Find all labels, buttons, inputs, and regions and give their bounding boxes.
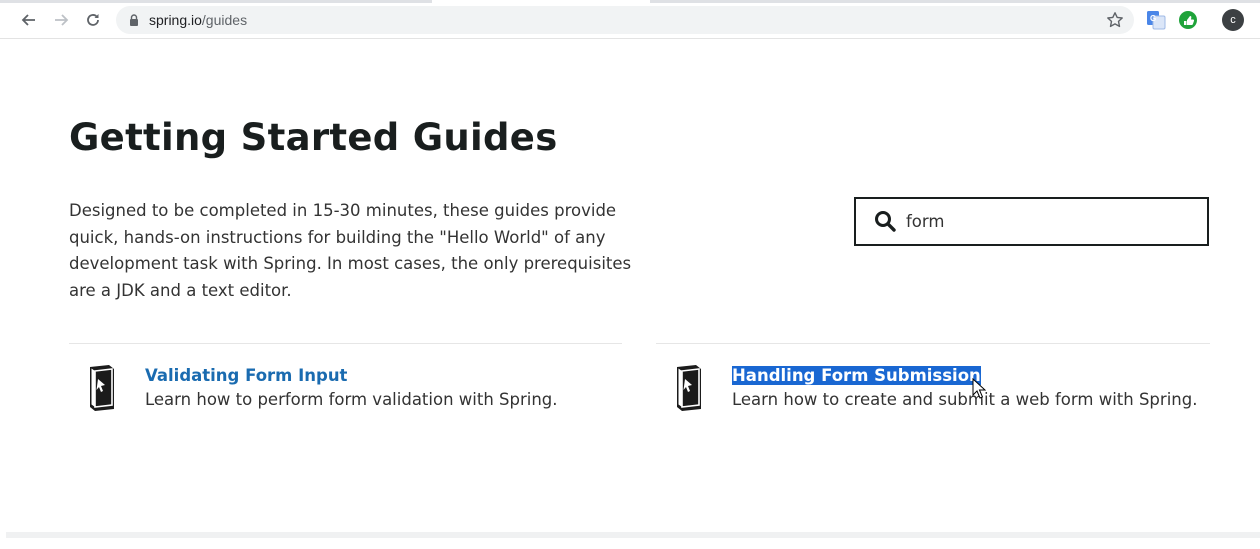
guide-link[interactable]: Validating Form Input (145, 366, 347, 385)
guide-card: Handling Form Submission Learn how to cr… (656, 360, 1210, 420)
book-icon (677, 365, 701, 411)
forward-button[interactable] (50, 9, 72, 31)
book-icon (90, 365, 114, 411)
guide-search[interactable] (854, 197, 1209, 246)
guide-link[interactable]: Handling Form Submission (732, 366, 981, 385)
url-path: /guides (201, 12, 248, 28)
profile-avatar[interactable]: c (1222, 9, 1244, 31)
bookmark-star-icon[interactable] (1106, 11, 1124, 29)
page-footer-border (6, 532, 1260, 538)
guide-description: Learn how to create and submit a web for… (732, 390, 1198, 409)
browser-toolbar: spring.io/guides G c (0, 0, 1260, 39)
mouse-cursor-icon (972, 378, 986, 399)
translate-extension-icon[interactable]: G (1146, 10, 1166, 30)
green-extension-icon[interactable] (1178, 10, 1198, 30)
lock-icon (130, 14, 138, 26)
divider-left (69, 343, 622, 344)
url-text: spring.io/guides (149, 12, 247, 28)
intro-text: Designed to be completed in 15-30 minute… (69, 201, 632, 300)
arrow-left-icon (21, 14, 35, 26)
reload-icon (87, 14, 99, 26)
reload-button[interactable] (82, 9, 104, 31)
address-bar[interactable]: spring.io/guides (116, 6, 1134, 34)
back-button[interactable] (18, 9, 40, 31)
page-title: Getting Started Guides (69, 116, 558, 159)
search-icon (875, 211, 896, 232)
arrow-right-icon (55, 14, 69, 26)
guide-description: Learn how to perform form validation wit… (145, 390, 558, 409)
divider-right (656, 343, 1210, 344)
guide-card: Validating Form Input Learn how to perfo… (69, 360, 622, 420)
search-input[interactable] (906, 207, 1196, 235)
tab-strip (0, 0, 1260, 3)
svg-text:G: G (1150, 14, 1156, 23)
url-host: spring.io (149, 12, 202, 28)
